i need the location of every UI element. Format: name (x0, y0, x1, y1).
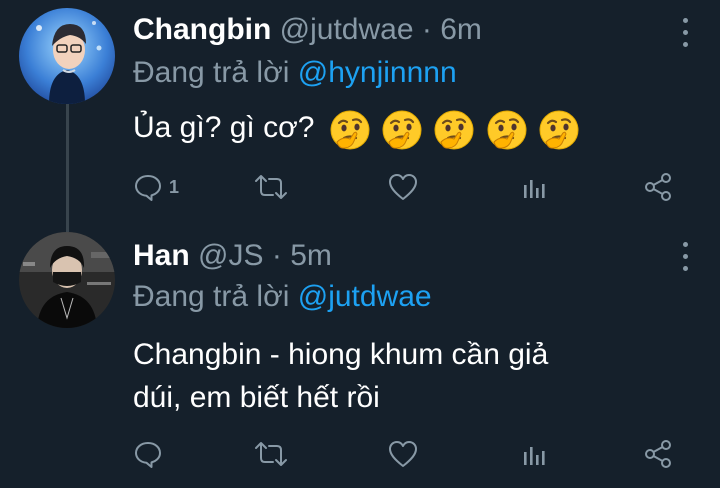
share-icon (645, 173, 671, 201)
analytics-icon (524, 180, 545, 198)
retweet-button[interactable] (254, 170, 288, 204)
display-name[interactable]: Changbin (133, 13, 271, 46)
more-vertical-icon (683, 18, 688, 23)
replying-mention[interactable]: @jutdwae (298, 280, 432, 313)
share-icon (645, 440, 671, 468)
retweet-button[interactable] (254, 437, 288, 471)
avatar[interactable] (19, 232, 115, 328)
share-button[interactable] (643, 437, 673, 471)
replying-to: Đang trả lời @jutdwae (133, 279, 432, 315)
tweet-han[interactable]: Han @JS · 5m Đang trả lời @jutdwae Chang… (0, 232, 720, 488)
analytics-button[interactable] (519, 437, 549, 471)
share-button[interactable] (643, 170, 673, 204)
tweet-header: Han @JS · 5m (133, 238, 660, 274)
thinking-face-icon (486, 110, 527, 151)
avatar[interactable] (19, 8, 115, 104)
thinking-face-icon (539, 110, 580, 151)
thinking-face-icon (382, 110, 423, 151)
reply-icon (135, 442, 161, 468)
user-handle[interactable]: @JS (198, 239, 263, 272)
retweet-icon (255, 442, 287, 466)
more-options-button[interactable] (678, 18, 692, 48)
like-icon (389, 441, 417, 467)
separator-dot: · (421, 13, 432, 46)
timestamp[interactable]: 5m (290, 239, 332, 272)
tweet-changbin[interactable]: Changbin @jutdwae · 6m Đang trả lời @hyn… (0, 0, 720, 232)
separator-dot: · (271, 239, 282, 272)
tweet-text-line: Changbin - hiong khum cần giả (133, 338, 549, 371)
like-button[interactable] (387, 437, 419, 471)
timestamp[interactable]: 6m (440, 13, 482, 46)
like-icon (389, 174, 417, 200)
thinking-face-icon (434, 110, 475, 151)
tweet-actions: 1 (133, 170, 680, 204)
more-options-button[interactable] (678, 242, 692, 272)
tweet-text-content: Ủa gì? gì cơ? (133, 111, 315, 144)
replying-to: Đang trả lời @hynjinnnn (133, 55, 457, 91)
replying-label: Đang trả lời (133, 280, 290, 313)
replying-label: Đang trả lời (133, 56, 290, 89)
reply-icon (135, 175, 161, 201)
tweet-text: Ủa gì? gì cơ? (133, 106, 673, 151)
analytics-button[interactable] (519, 170, 549, 204)
tweet-actions (133, 437, 680, 471)
tweet-text-line: dúi, em biết hết rồi (133, 381, 380, 414)
tweet-header: Changbin @jutdwae · 6m (133, 12, 660, 48)
thinking-face-icon (329, 110, 370, 151)
emoji-group (329, 107, 582, 151)
like-button[interactable] (387, 170, 419, 204)
display-name[interactable]: Han (133, 239, 190, 272)
reply-button[interactable]: 1 (133, 170, 179, 204)
user-handle[interactable]: @jutdwae (280, 13, 414, 46)
reply-button[interactable] (133, 437, 169, 471)
analytics-icon (524, 447, 545, 465)
reply-count: 1 (169, 176, 180, 197)
tweet-text: Changbin - hiong khum cần giả dúi, em bi… (133, 333, 673, 419)
more-vertical-icon (683, 242, 688, 247)
retweet-icon (255, 175, 287, 199)
replying-mention[interactable]: @hynjinnnn (298, 56, 457, 89)
